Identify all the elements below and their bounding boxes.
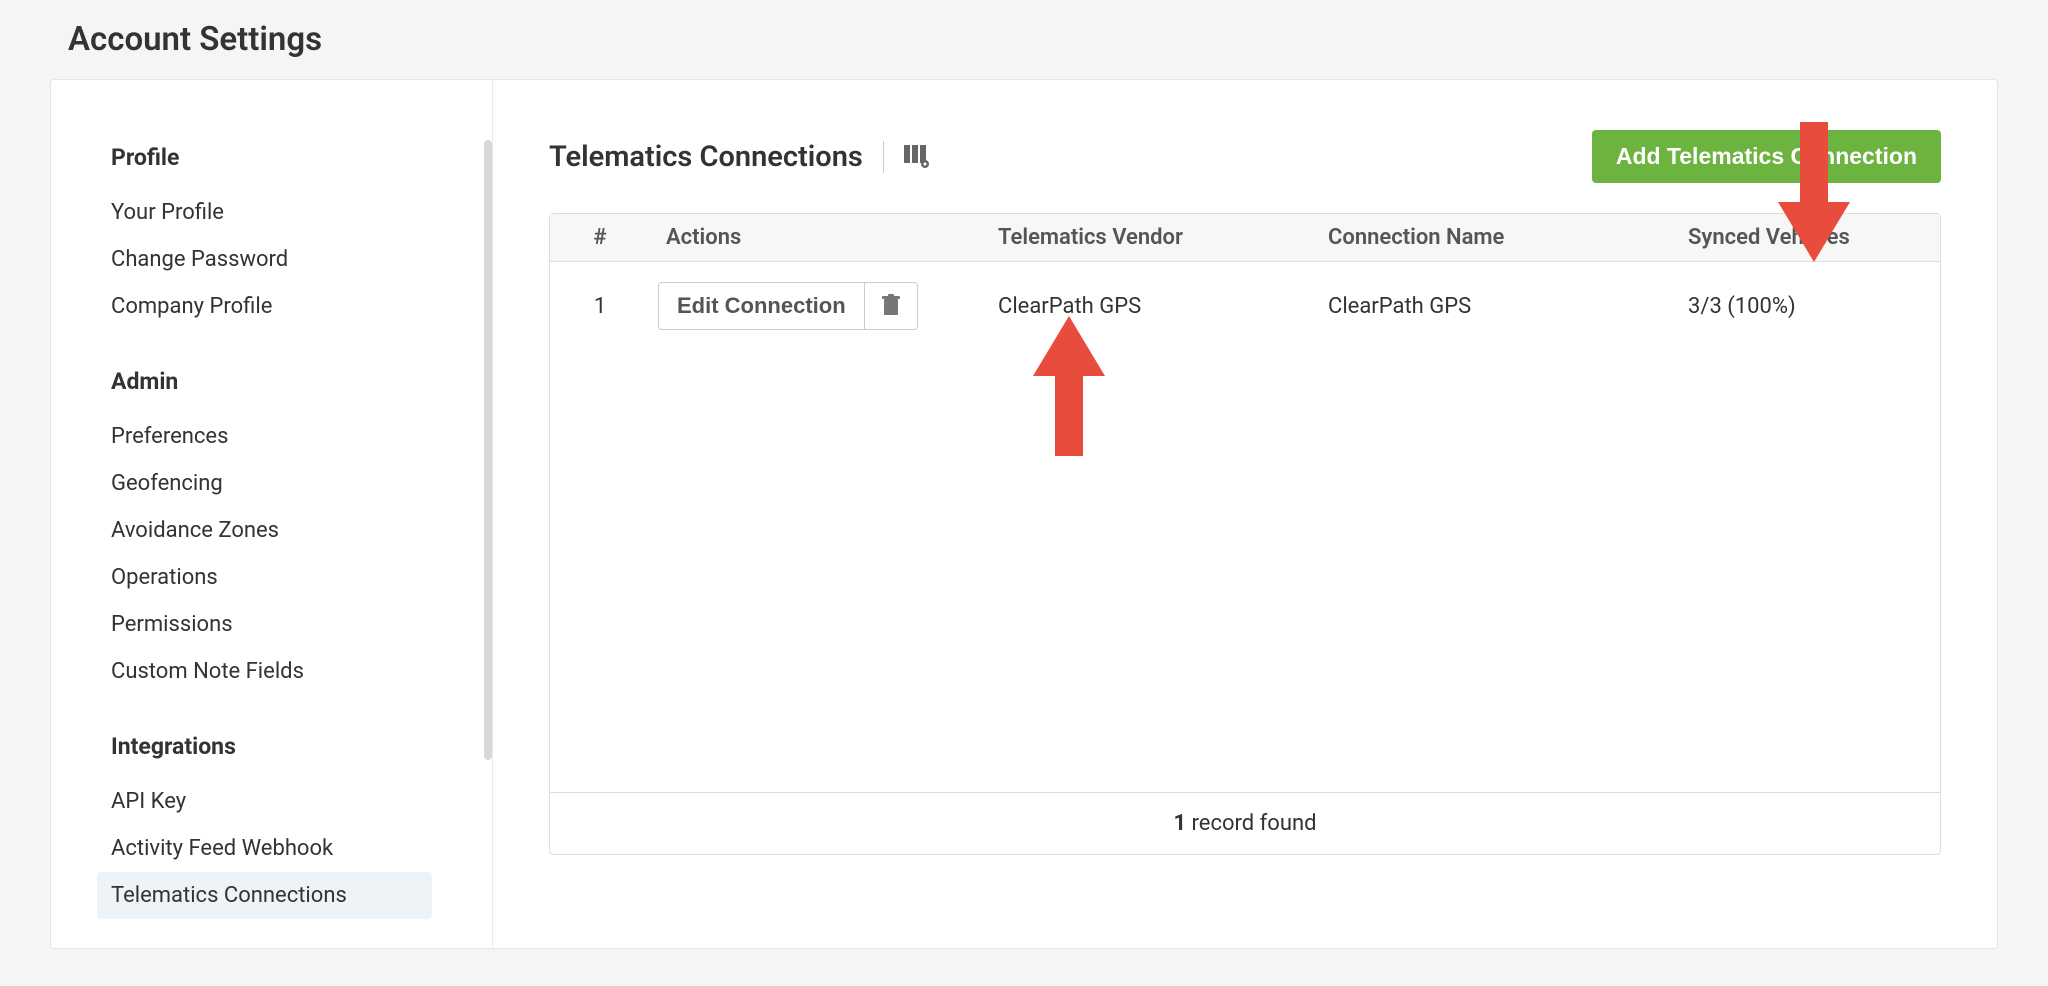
content-area: Telematics Connections Add Telematics Co… <box>493 80 1997 948</box>
sidebar-item-geofencing[interactable]: Geofencing <box>97 460 432 507</box>
sidebar-item-your-profile[interactable]: Your Profile <box>97 189 432 236</box>
columns-settings-icon[interactable] <box>904 145 928 169</box>
row-number: 1 <box>550 294 650 319</box>
table-row: 1 Edit Connection <box>550 262 1940 350</box>
title-divider <box>883 141 884 173</box>
table-col-name: Connection Name <box>1320 225 1680 250</box>
sidebar: Profile Your Profile Change Password Com… <box>51 80 493 948</box>
table-col-num: # <box>550 225 650 250</box>
sidebar-section-header-admin: Admin <box>111 368 462 395</box>
record-found-text: record found <box>1186 811 1316 836</box>
row-actions: Edit Connection <box>650 282 990 330</box>
table-footer: 1 record found <box>550 792 1940 854</box>
sidebar-item-company-profile[interactable]: Company Profile <box>97 283 432 330</box>
delete-connection-button[interactable] <box>865 282 918 330</box>
sidebar-item-activity-feed-webhook[interactable]: Activity Feed Webhook <box>97 825 432 872</box>
row-synced-vehicles: 3/3 (100%) <box>1680 294 1940 319</box>
sidebar-item-operations[interactable]: Operations <box>97 554 432 601</box>
content-title: Telematics Connections <box>549 140 863 174</box>
table-header: # Actions Telematics Vendor Connection N… <box>550 214 1940 262</box>
sidebar-item-telematics-connections[interactable]: Telematics Connections <box>97 872 432 919</box>
sidebar-section-header-profile: Profile <box>111 144 462 171</box>
sidebar-item-preferences[interactable]: Preferences <box>97 413 432 460</box>
trash-icon <box>881 294 901 319</box>
row-vendor: ClearPath GPS <box>990 294 1320 319</box>
table-col-vendor: Telematics Vendor <box>990 225 1320 250</box>
table-col-actions: Actions <box>650 225 990 250</box>
page-title: Account Settings <box>0 0 2048 79</box>
sidebar-section-header-integrations: Integrations <box>111 733 462 760</box>
sidebar-item-avoidance-zones[interactable]: Avoidance Zones <box>97 507 432 554</box>
sidebar-scrollbar[interactable] <box>484 140 492 760</box>
table-col-synced: Synced Vehicles <box>1680 225 1940 250</box>
record-count: 1 <box>1173 811 1186 836</box>
connections-table: # Actions Telematics Vendor Connection N… <box>549 213 1941 855</box>
sidebar-item-permissions[interactable]: Permissions <box>97 601 432 648</box>
add-telematics-connection-button[interactable]: Add Telematics Connection <box>1592 130 1941 183</box>
sidebar-item-api-key[interactable]: API Key <box>97 778 432 825</box>
row-connection-name: ClearPath GPS <box>1320 294 1680 319</box>
table-body: 1 Edit Connection <box>550 262 1940 792</box>
main-container: Profile Your Profile Change Password Com… <box>50 79 1998 949</box>
edit-connection-button[interactable]: Edit Connection <box>658 282 865 330</box>
sidebar-item-change-password[interactable]: Change Password <box>97 236 432 283</box>
content-header: Telematics Connections Add Telematics Co… <box>549 130 1941 183</box>
content-title-wrap: Telematics Connections <box>549 140 928 174</box>
sidebar-item-custom-note-fields[interactable]: Custom Note Fields <box>97 648 432 695</box>
